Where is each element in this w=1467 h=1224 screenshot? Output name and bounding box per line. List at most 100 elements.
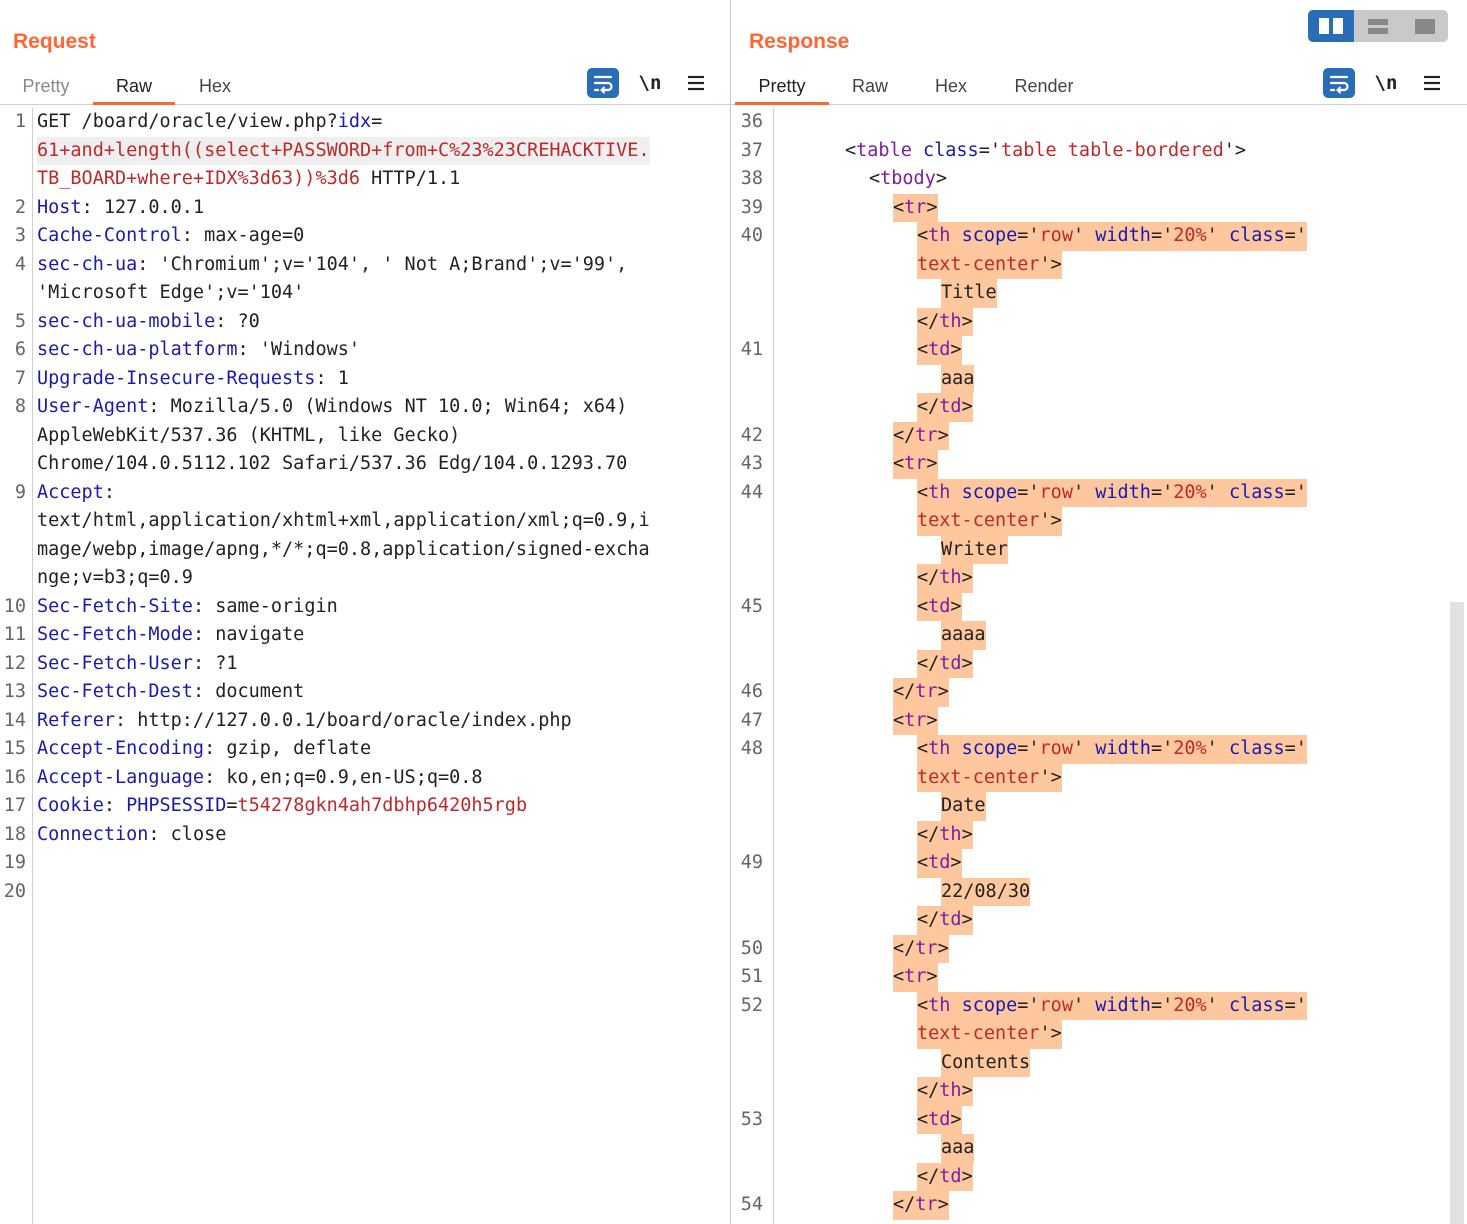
code-text: </tr> [893, 678, 949, 707]
code-token: = [226, 795, 238, 816]
code-line: </td> [731, 649, 1467, 678]
tab-pretty[interactable]: Pretty [735, 70, 829, 105]
code-token: : navigate [192, 624, 305, 645]
code-line: text-center'> [731, 507, 1467, 536]
code-token: > [950, 1108, 962, 1130]
code-token: th [939, 567, 962, 588]
code-token: td [928, 339, 951, 360]
code-token: th [939, 823, 962, 845]
code-token: < [917, 595, 929, 617]
code-text: 61+and+length((select+PASSWORD+from+C%23… [37, 136, 650, 165]
code-text: sec-ch-ua: 'Chromium';v='104', ' Not A;B… [37, 251, 627, 280]
response-editor[interactable]: 36 37 <table class='table table-bordered'>… [731, 108, 1467, 1224]
code-line: 3 Cache-Control: max-age=0 [0, 222, 730, 251]
code-text: AppleWebKit/537.36 (KHTML, like Gecko) [37, 422, 460, 451]
request-editor[interactable]: 1 GET /board/oracle/view.php?idx= 61+and+l… [0, 108, 730, 1224]
code-token: =' [1017, 481, 1040, 503]
code-text: TB_BOARD+where+IDX%3d63))%3d6 HTTP/1.1 [37, 165, 460, 194]
line-number: 2 [14, 196, 26, 218]
code-token: tr [904, 709, 927, 731]
code-token: : 'Windows' [237, 339, 361, 360]
code-token: sec-ch-ua [37, 253, 138, 275]
response-pane: Response Pretty Raw Hex Render \n 36 37 <t… [731, 0, 1467, 1224]
code-line: 10 Sec-Fetch-Site: same-origin [0, 593, 730, 622]
line-number: 38 [740, 168, 763, 189]
code-token: < [893, 196, 905, 218]
code-token: : 127.0.0.1 [81, 196, 205, 218]
wrap-lines-icon[interactable] [1323, 68, 1355, 98]
code-text: Chrome/104.0.5112.102 Safari/537.36 Edg/… [37, 450, 627, 479]
code-line: 61+and+length((select+PASSWORD+from+C%23… [0, 136, 730, 165]
show-newlines-icon[interactable]: \n [634, 68, 666, 98]
code-token: th [939, 310, 962, 332]
line-number: 40 [740, 225, 763, 246]
code-text: aaa [941, 364, 975, 393]
code-token: Title [941, 282, 997, 303]
line-number: 14 [3, 709, 26, 731]
tab-hex[interactable]: Hex [196, 70, 234, 102]
code-token: width [1095, 738, 1151, 759]
code-text: <th scope='row' width='20%' class=' [917, 991, 1307, 1020]
code-token: ' [1206, 481, 1229, 503]
code-text: </th> [917, 564, 973, 593]
single-pane-icon[interactable] [1402, 10, 1448, 42]
code-token: > [935, 168, 947, 189]
code-token: aaa [941, 367, 975, 389]
code-token: td [939, 1165, 962, 1187]
code-text: <table class='table table-bordered'> [845, 137, 1246, 166]
code-token: : http://127.0.0.1/board/oracle/index.ph… [114, 709, 572, 731]
hamburger-menu-icon[interactable] [1416, 68, 1448, 98]
code-token: Contents [941, 1051, 1031, 1073]
code-token: < [917, 339, 929, 360]
code-text: <th scope='row' width='20%' class=' [917, 735, 1307, 764]
vertical-scrollbar[interactable] [1450, 602, 1464, 1224]
code-line: 2 Host: 127.0.0.1 [0, 194, 730, 223]
code-token: > [926, 709, 938, 731]
code-token: table table-bordered [1000, 139, 1224, 161]
code-text: Sec-Fetch-Mode: navigate [37, 621, 304, 650]
hamburger-menu-icon[interactable] [680, 68, 712, 98]
split-vertical-icon[interactable] [1355, 10, 1401, 42]
code-token: < [893, 453, 905, 474]
code-text: Upgrade-Insecure-Requests: 1 [37, 365, 349, 394]
wrap-lines-icon[interactable] [587, 68, 619, 98]
tab-hex[interactable]: Hex [933, 70, 969, 102]
tab-pretty[interactable]: Pretty [20, 70, 72, 102]
code-line: 16 Accept-Language: ko,en;q=0.9,en-US;q=0… [0, 764, 730, 793]
code-text: Title [941, 279, 997, 308]
code-text: Sec-Fetch-Dest: document [37, 678, 304, 707]
code-text: text-center'> [917, 1020, 1062, 1049]
code-text: <tr> [893, 963, 938, 992]
code-token: </ [893, 937, 916, 959]
code-text: text/html,application/xhtml+xml,applicat… [37, 507, 650, 536]
code-line: 7 Upgrade-Insecure-Requests: 1 [0, 365, 730, 394]
code-token: : [103, 795, 127, 816]
code-line: </td> [731, 1162, 1467, 1191]
code-line: 8 User-Agent: Mozilla/5.0 (Windows NT 10.… [0, 393, 730, 422]
code-token: width [1095, 994, 1151, 1016]
tab-raw[interactable]: Raw [851, 70, 889, 102]
code-token: < [917, 481, 929, 503]
tab-raw[interactable]: Raw [93, 70, 175, 105]
code-token: ' [1072, 225, 1096, 246]
code-text: nge;v=b3;q=0.9 [37, 564, 193, 593]
code-token: </ [917, 567, 940, 588]
show-newlines-icon[interactable]: \n [1370, 68, 1402, 98]
code-line: Writer [731, 535, 1467, 564]
code-text: Sec-Fetch-Site: same-origin [37, 593, 338, 622]
line-number: 37 [740, 139, 763, 161]
code-token: User-Agent [37, 396, 149, 417]
tab-render[interactable]: Render [1011, 70, 1077, 102]
code-line: TB_BOARD+where+IDX%3d63))%3d6 HTTP/1.1 [0, 165, 730, 194]
code-line: text-center'> [731, 1020, 1467, 1049]
code-token: : [103, 481, 115, 503]
line-number: 42 [740, 424, 763, 446]
code-token: : close [148, 823, 227, 845]
code-token: class [1228, 481, 1285, 503]
code-token: Accept-Encoding [37, 738, 205, 759]
split-horizontal-icon[interactable] [1308, 10, 1354, 42]
code-line: 'Microsoft Edge';v='104' [0, 279, 730, 308]
code-token: scope [961, 994, 1018, 1016]
